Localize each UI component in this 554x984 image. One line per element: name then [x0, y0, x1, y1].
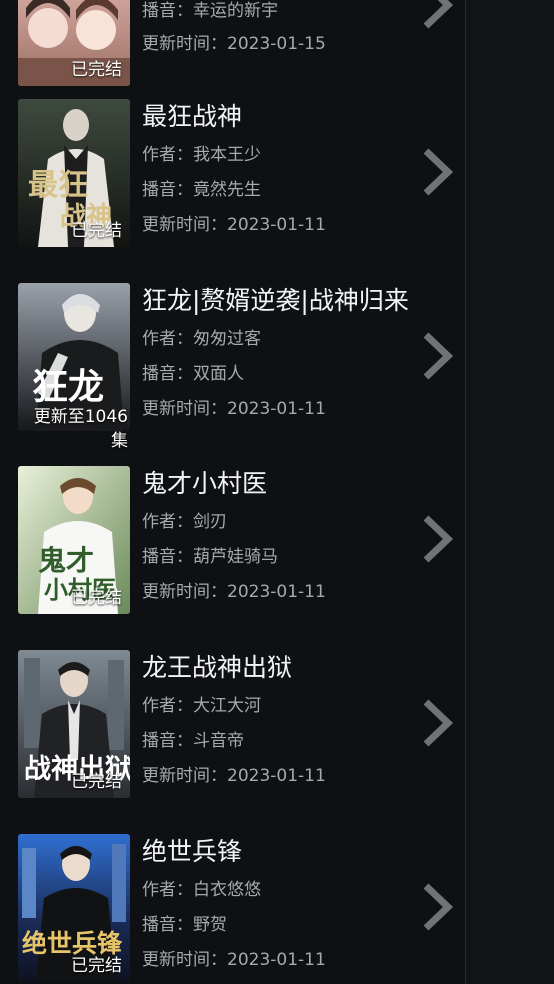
narrator-label: 播音： — [142, 547, 193, 567]
cover-image: 鬼才 小村医 已完结 — [18, 466, 130, 614]
updated-line: 更新时间：2023-01-11 — [142, 581, 326, 603]
updated-date: 2023-01-11 — [227, 582, 326, 602]
cover-image: 已完结 — [18, 0, 130, 86]
narrator-label: 播音： — [142, 1, 193, 21]
book-title[interactable]: 鬼才小村医 — [142, 468, 267, 500]
cover-title-text: 鬼才 — [38, 544, 94, 577]
narrator-label: 播音： — [142, 180, 193, 200]
author-label: 作者： — [142, 880, 193, 900]
updated-line: 更新时间：2023-01-11 — [142, 214, 326, 236]
updated-date: 2023-01-11 — [227, 766, 326, 786]
narrator-label: 播音： — [142, 364, 193, 384]
cover-image: 绝世兵锋 已完结 — [18, 834, 130, 982]
list-item[interactable]: 鬼才 小村医 已完结 鬼才小村医 作者：剑刃 播音：葫芦娃骑马 更新时间：202… — [0, 466, 465, 650]
status-badge: 已完结 — [71, 221, 122, 241]
book-title[interactable]: 狂龙|赘婿逆袭|战神归来 — [142, 285, 409, 317]
status-badge: 已完结 — [71, 772, 122, 792]
status-badge: 更新至1046集 — [33, 407, 128, 451]
updated-label: 更新时间： — [142, 215, 227, 235]
list-item[interactable]: 绝世兵锋 已完结 绝世兵锋 作者：白衣悠悠 播音：野贺 更新时间：2023-01… — [0, 834, 465, 984]
narrator-name: 竟然先生 — [193, 180, 261, 200]
cover-title-text: 最狂 — [28, 168, 88, 203]
narrator-name: 野贺 — [193, 915, 227, 935]
author-name: 大江大河 — [193, 696, 261, 716]
author-label: 作者： — [142, 512, 193, 532]
updated-date: 2023-01-11 — [227, 215, 326, 235]
updated-line: 更新时间：2023-01-15 — [142, 33, 326, 55]
book-title[interactable]: 最狂战神 — [142, 101, 242, 133]
author-line: 作者：大江大河 — [142, 695, 261, 717]
list-item[interactable]: 狂龙 更新至1046集 狂龙|赘婿逆袭|战神归来 作者：匆匆过客 播音：双面人 … — [0, 283, 465, 467]
updated-line: 更新时间：2023-01-11 — [142, 949, 326, 971]
updated-date: 2023-01-15 — [227, 34, 326, 54]
updated-date: 2023-01-11 — [227, 399, 326, 419]
narrator-label: 播音： — [142, 731, 193, 751]
status-badge: 已完结 — [71, 60, 122, 80]
narrator-line: 播音：葫芦娃骑马 — [142, 546, 278, 568]
author-line: 作者：剑刃 — [142, 511, 227, 533]
author-name: 白衣悠悠 — [193, 880, 261, 900]
narrator-line: 播音：野贺 — [142, 914, 227, 936]
narrator-line: 播音：竟然先生 — [142, 179, 261, 201]
author-label: 作者： — [142, 145, 193, 165]
chevron-right-icon[interactable] — [418, 696, 456, 750]
updated-label: 更新时间： — [142, 766, 227, 786]
narrator-name: 双面人 — [193, 364, 244, 384]
narrator-name: 葫芦娃骑马 — [193, 547, 278, 567]
author-name: 剑刃 — [193, 512, 227, 532]
book-title[interactable]: 龙王战神出狱 — [142, 652, 292, 684]
chevron-right-icon[interactable] — [418, 145, 456, 199]
status-badge: 已完结 — [71, 956, 122, 976]
chevron-right-icon[interactable] — [418, 512, 456, 566]
chevron-right-icon[interactable] — [418, 880, 456, 934]
updated-line: 更新时间：2023-01-11 — [142, 765, 326, 787]
cover-image: 最狂 战神 已完结 — [18, 99, 130, 247]
narrator-line: 播音：幸运的新宇 — [142, 0, 278, 22]
updated-label: 更新时间： — [142, 34, 227, 54]
author-line: 作者：白衣悠悠 — [142, 879, 261, 901]
list-item[interactable]: 战神出狱 已完结 龙王战神出狱 作者：大江大河 播音：斗音帝 更新时间：2023… — [0, 650, 465, 834]
chevron-right-icon[interactable] — [418, 329, 456, 383]
status-badge: 已完结 — [71, 588, 122, 608]
audiobook-list: 已完结 播音：幸运的新宇 更新时间：2023-01-15 最狂 战神 已完结 最… — [0, 0, 466, 984]
narrator-line: 播音：双面人 — [142, 363, 244, 385]
author-name: 匆匆过客 — [193, 329, 261, 349]
author-line: 作者：匆匆过客 — [142, 328, 261, 350]
list-item[interactable]: 已完结 播音：幸运的新宇 更新时间：2023-01-15 — [0, 0, 465, 86]
updated-label: 更新时间： — [142, 950, 227, 970]
author-name: 我本王少 — [193, 145, 261, 165]
book-title[interactable]: 绝世兵锋 — [142, 836, 242, 868]
updated-date: 2023-01-11 — [227, 950, 326, 970]
narrator-line: 播音：斗音帝 — [142, 730, 244, 752]
narrator-name: 斗音帝 — [193, 731, 244, 751]
updated-label: 更新时间： — [142, 399, 227, 419]
cover-title-text: 绝世兵锋 — [22, 929, 123, 958]
updated-label: 更新时间： — [142, 582, 227, 602]
audiobook-list-screen: 已完结 播音：幸运的新宇 更新时间：2023-01-15 最狂 战神 已完结 最… — [0, 0, 554, 984]
author-label: 作者： — [142, 696, 193, 716]
narrator-label: 播音： — [142, 915, 193, 935]
cover-title-text: 狂龙 — [32, 367, 104, 408]
cover-image: 战神出狱 已完结 — [18, 650, 130, 798]
chevron-right-icon[interactable] — [418, 0, 456, 32]
author-line: 作者：我本王少 — [142, 144, 261, 166]
narrator-name: 幸运的新宇 — [193, 1, 278, 21]
updated-line: 更新时间：2023-01-11 — [142, 398, 326, 420]
right-panel — [466, 0, 554, 984]
list-item[interactable]: 最狂 战神 已完结 最狂战神 作者：我本王少 播音：竟然先生 更新时间：2023… — [0, 99, 465, 283]
author-label: 作者： — [142, 329, 193, 349]
